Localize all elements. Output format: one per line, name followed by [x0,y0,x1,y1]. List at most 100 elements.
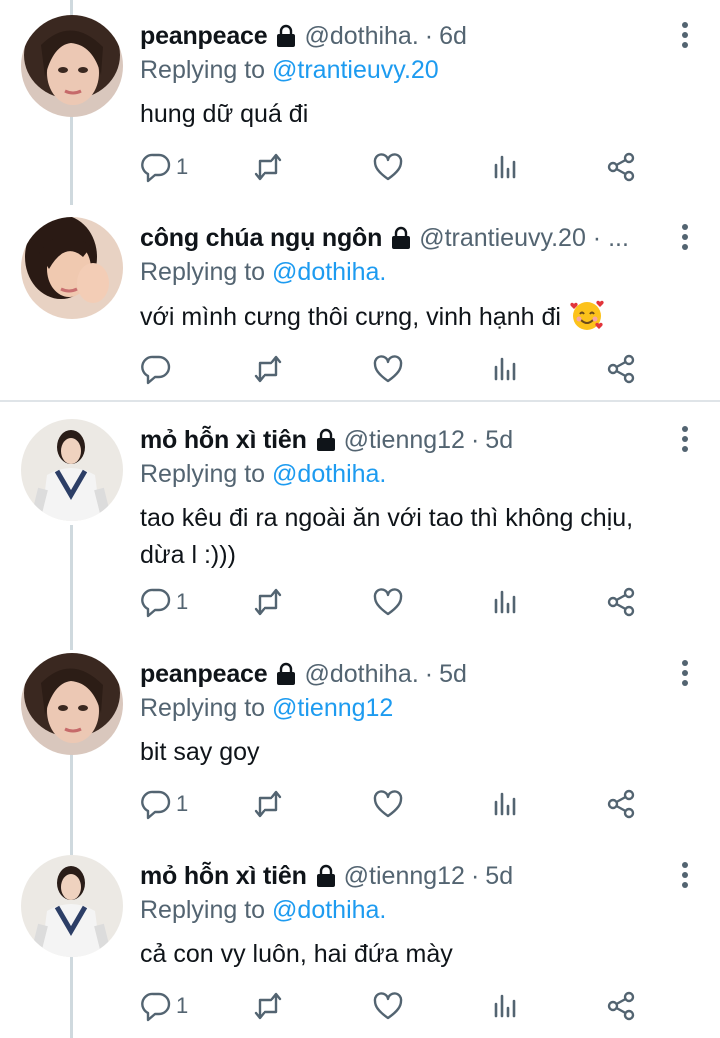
separator: · [470,861,480,890]
share-button[interactable] [605,986,637,1026]
more-icon[interactable] [680,426,690,456]
avatar[interactable] [21,15,123,117]
analytics-button[interactable] [490,784,522,824]
tweet-text: bit say goy [140,738,260,766]
more-icon[interactable] [680,862,690,892]
reply-button[interactable]: 1 [140,582,188,622]
retweet-icon [254,355,282,383]
analytics-button[interactable] [490,582,522,622]
share-icon [607,991,635,1021]
replying-prefix: Replying to [140,56,266,84]
share-button[interactable] [605,147,637,187]
reply-icon [141,992,171,1022]
mention-link[interactable]: @trantieuvy.20 [272,56,439,84]
avatar[interactable] [21,653,123,755]
display-name[interactable]: peanpeace [140,22,268,51]
like-button[interactable] [372,986,404,1026]
like-button[interactable] [372,784,404,824]
more-icon[interactable] [680,224,690,254]
like-button[interactable] [372,582,404,622]
tweet[interactable]: mỏ hỗn xì tiên @tienng12 · 5d Replying t… [0,840,720,1038]
tweet-text-content: với mình cưng thôi cưng, vinh hạnh đi [140,303,561,331]
replying-to: Replying to @dothiha. [140,256,674,289]
reply-button[interactable]: 1 [140,147,188,187]
like-button[interactable] [372,349,404,389]
display-name[interactable]: mỏ hỗn xì tiên [140,862,307,891]
tweet-text: tao kêu đi ra ngoài ăn với tao thì không… [140,504,634,569]
lock-icon [277,662,296,685]
analytics-button[interactable] [490,349,522,389]
timestamp[interactable]: 5d [485,426,513,455]
avatar[interactable] [21,217,123,319]
lock-icon [277,24,296,47]
lock-icon [316,428,335,451]
display-name[interactable]: peanpeace [140,660,268,689]
avatar[interactable] [21,419,123,521]
username[interactable]: @tienng12 [344,426,465,455]
like-icon [373,790,403,818]
like-icon [373,588,403,616]
share-icon [607,354,635,384]
replying-to: Replying to @tienng12 [140,692,674,725]
share-button[interactable] [605,349,637,389]
avatar[interactable] [21,855,123,957]
like-button[interactable] [372,147,404,187]
reply-icon [141,588,171,618]
analytics-icon [494,357,516,381]
tweet[interactable]: mỏ hỗn xì tiên @tienng12 · 5d Replying t… [0,404,720,640]
analytics-button[interactable] [490,986,522,1026]
username[interactable]: @dothiha. [304,22,418,51]
retweet-button[interactable] [252,986,284,1026]
separator: · [424,21,434,50]
share-icon [607,789,635,819]
more-icon[interactable] [680,660,690,690]
retweet-icon [254,992,282,1020]
username[interactable]: @trantieuvy.20 · ... [419,224,629,253]
analytics-button[interactable] [490,147,522,187]
tweet[interactable]: công chúa ngụ ngôn @trantieuvy.20 · ... … [0,202,720,400]
mention-link[interactable]: @dothiha. [272,460,386,488]
timestamp[interactable]: 5d [439,660,467,689]
timestamp[interactable]: 6d [439,22,467,51]
tweet[interactable]: peanpeace @dothiha. · 5d Replying to @ti… [0,638,720,838]
share-button[interactable] [605,582,637,622]
tweet-text: hung dữ quá đi [140,100,309,128]
username[interactable]: @dothiha. [304,660,418,689]
reply-count: 1 [176,154,189,179]
smiling-face-with-hearts-icon [570,300,604,330]
reply-count: 1 [176,993,189,1018]
replying-prefix: Replying to [140,258,266,286]
replying-prefix: Replying to [140,896,266,924]
replying-prefix: Replying to [140,460,266,488]
reply-button[interactable]: 1 [140,784,188,824]
lock-icon [392,226,411,249]
mention-link[interactable]: @dothiha. [272,896,386,924]
tweet-text: cả con vy luôn, hai đứa mày [140,940,453,968]
retweet-button[interactable] [252,582,284,622]
retweet-button[interactable] [252,349,284,389]
share-button[interactable] [605,784,637,824]
thread-divider [0,400,720,402]
like-icon [373,355,403,383]
reply-count: 1 [176,791,189,816]
retweet-icon [254,588,282,616]
reply-count: 1 [176,589,189,614]
separator: · [424,659,434,688]
like-icon [373,992,403,1020]
mention-link[interactable]: @tienng12 [272,694,393,722]
reply-button[interactable]: 1 [140,986,188,1026]
retweet-button[interactable] [252,147,284,187]
username[interactable]: @tienng12 [344,862,465,891]
replying-to: Replying to @trantieuvy.20 [140,54,674,87]
display-name[interactable]: mỏ hỗn xì tiên [140,426,307,455]
retweet-button[interactable] [252,784,284,824]
analytics-icon [494,590,516,614]
more-icon[interactable] [680,22,690,52]
tweet-text: với mình cưng thôi cưng, vinh hạnh đi [140,298,674,336]
display-name[interactable]: công chúa ngụ ngôn [140,224,382,253]
replying-to: Replying to @dothiha. [140,458,674,491]
timestamp[interactable]: 5d [485,862,513,891]
reply-button[interactable] [140,349,172,389]
mention-link[interactable]: @dothiha. [272,258,386,286]
tweet[interactable]: peanpeace @dothiha. · 6d Replying to @tr… [0,0,720,200]
